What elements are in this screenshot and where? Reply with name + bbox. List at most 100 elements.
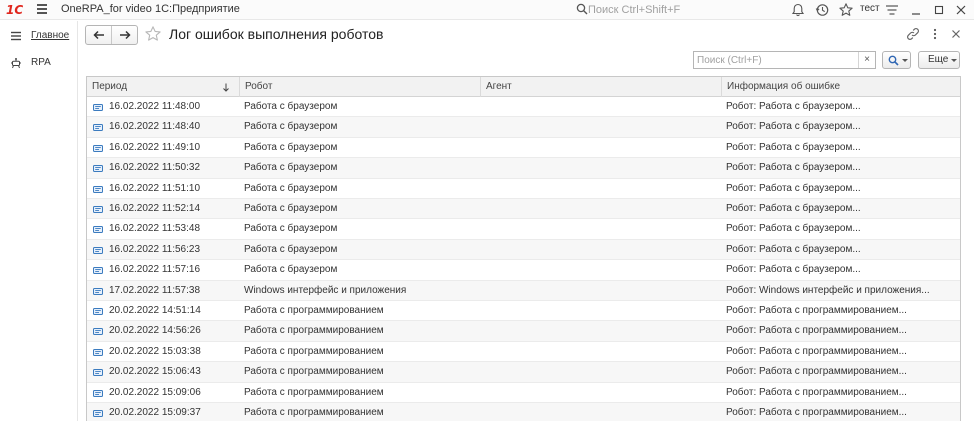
search-clear-button[interactable]: × — [858, 52, 875, 68]
cell-agent — [485, 260, 719, 280]
magnifier-icon — [888, 55, 899, 66]
cell-error-info: Робот: Работа с программированием... — [726, 305, 907, 316]
main-menu-icon[interactable] — [37, 4, 47, 14]
forward-button[interactable] — [112, 26, 138, 44]
error-record-icon — [93, 308, 103, 315]
cell-robot: Работа с браузером — [244, 141, 338, 153]
table-row[interactable]: 17.02.2022 11:57:38 Windows интерфейс и п… — [87, 280, 960, 301]
table-row[interactable]: 16.02.2022 11:53:48 Работа с браузером Роб… — [87, 219, 960, 240]
cell-period: 16.02.2022 11:50:32 — [109, 162, 201, 174]
global-search-input[interactable] — [588, 2, 748, 17]
error-record-icon — [93, 410, 103, 417]
maximize-icon[interactable] — [931, 2, 947, 18]
table-row[interactable]: 20.02.2022 15:09:06 Работа с программиров… — [87, 383, 960, 403]
error-record-icon — [93, 389, 103, 397]
table-row[interactable]: 16.02.2022 11:52:14 Работа с браузером Роб… — [87, 199, 960, 220]
form-search-input[interactable] — [694, 52, 858, 68]
table-row[interactable]: 16.02.2022 11:49:10 Работа с браузером Роб… — [87, 138, 960, 159]
cell-agent — [485, 362, 719, 382]
more-button[interactable]: Еще — [918, 51, 960, 69]
table-row[interactable]: 16.02.2022 11:56:23 Работа с браузером Роб… — [87, 239, 960, 261]
table-row[interactable]: 20.02.2022 15:06:43 Работа с программиров… — [87, 362, 960, 383]
cell-robot: Работа с программированием — [244, 325, 384, 337]
arrow-left-icon — [93, 30, 104, 40]
cell-agent — [485, 138, 719, 158]
close-window-icon[interactable] — [953, 2, 969, 18]
settings-lines-icon[interactable] — [884, 2, 900, 18]
add-to-favorites-star-icon[interactable] — [144, 25, 162, 43]
search-icon[interactable] — [576, 3, 588, 15]
cell-robot: Работа с браузером — [244, 243, 338, 255]
error-log-table[interactable]: Период Робот Агент Информация об ошибке … — [86, 76, 961, 421]
cell-agent — [485, 158, 719, 178]
error-record-icon — [93, 369, 103, 377]
table-row[interactable]: 20.02.2022 14:51:14 Работа с программиров… — [87, 301, 960, 322]
page-title: Лог ошибок выполнения роботов — [169, 26, 384, 42]
cell-robot: Windows интерфейс и приложения — [244, 284, 407, 296]
cell-error-info: Робот: Работа с программированием... — [726, 407, 907, 418]
cell-period: 16.02.2022 11:51:10 — [109, 182, 201, 194]
current-user[interactable]: тест — [860, 3, 880, 14]
chevron-down-icon — [902, 59, 908, 62]
table-row[interactable]: 16.02.2022 11:50:32 Работа с браузером Роб… — [87, 158, 960, 179]
column-header-agent[interactable]: Агент — [480, 77, 721, 97]
sidebar-item-label: RPA — [31, 57, 51, 68]
table-row[interactable]: 16.02.2022 11:51:10 Работа с браузером Роб… — [87, 179, 960, 199]
error-record-icon — [93, 206, 103, 213]
column-header-robot[interactable]: Робот — [239, 77, 480, 97]
cell-error-info: Робот: Работа с браузером... — [726, 121, 861, 133]
cell-period: 16.02.2022 11:56:23 — [109, 243, 201, 255]
cell-period: 20.02.2022 14:51:14 — [109, 305, 201, 316]
cell-error-info: Робот: Работа с программированием... — [726, 366, 907, 378]
cell-agent — [485, 219, 719, 239]
cell-period: 20.02.2022 15:06:43 — [109, 366, 201, 378]
cell-period: 20.02.2022 15:09:37 — [109, 407, 201, 418]
cell-robot: Работа с браузером — [244, 182, 338, 194]
sections-panel: Главное RPA — [0, 21, 78, 421]
back-button[interactable] — [86, 26, 112, 44]
cell-agent — [485, 301, 719, 321]
cell-error-info: Робот: Работа с браузером... — [726, 243, 861, 255]
minimize-icon[interactable] — [908, 2, 924, 18]
cell-agent — [485, 383, 719, 403]
table-row[interactable]: 20.02.2022 14:56:26 Работа с программиров… — [87, 321, 960, 342]
cell-period: 20.02.2022 14:56:26 — [109, 325, 201, 337]
chevron-down-icon — [951, 59, 957, 62]
link-icon[interactable] — [906, 27, 920, 41]
cell-error-info: Робот: Работа с браузером... — [726, 223, 861, 235]
search-options-button[interactable] — [882, 51, 911, 69]
table-row[interactable]: 16.02.2022 11:48:40 Работа с браузером Роб… — [87, 117, 960, 138]
table-row[interactable]: 20.02.2022 15:03:38 Работа с программиров… — [87, 342, 960, 363]
more-button-label: Еще — [928, 54, 949, 65]
cell-period: 16.02.2022 11:49:10 — [109, 141, 201, 153]
close-form-icon[interactable] — [949, 27, 963, 41]
sidebar-item-main[interactable]: Главное — [0, 26, 78, 48]
cell-robot: Работа с браузером — [244, 121, 338, 133]
error-record-icon — [93, 328, 103, 336]
error-record-icon — [93, 104, 103, 111]
error-record-icon — [93, 348, 103, 356]
cell-robot: Работа с программированием — [244, 386, 384, 398]
cell-robot: Работа с браузером — [244, 203, 338, 214]
cell-error-info: Робот: Работа с браузером... — [726, 203, 861, 214]
cell-error-info: Робот: Работа с браузером... — [726, 141, 861, 153]
table-row[interactable]: 20.02.2022 15:09:37 Работа с программиров… — [87, 403, 960, 421]
column-header-error-info[interactable]: Информация об ошибке — [721, 77, 960, 97]
cell-period: 20.02.2022 15:09:06 — [109, 386, 201, 398]
cell-error-info: Робот: Работа с программированием... — [726, 325, 907, 337]
bell-icon[interactable] — [790, 2, 806, 18]
error-record-icon — [93, 246, 103, 254]
arrow-right-icon — [120, 30, 131, 40]
cell-agent — [485, 342, 719, 362]
cell-robot: Работа с программированием — [244, 345, 384, 357]
column-header-period[interactable]: Период — [87, 77, 239, 97]
table-row[interactable]: 16.02.2022 11:57:16 Работа с браузером Роб… — [87, 260, 960, 281]
table-row[interactable]: 16.02.2022 11:48:00 Работа с браузером Роб… — [87, 97, 960, 118]
more-actions-vertical-icon[interactable] — [928, 27, 942, 41]
favorites-star-icon[interactable] — [838, 2, 854, 18]
hamburger-icon — [11, 31, 21, 41]
sidebar-item-rpa[interactable]: RPA — [0, 53, 78, 75]
cell-robot: Работа с программированием — [244, 305, 384, 316]
history-icon[interactable] — [814, 2, 830, 18]
cell-error-info: Робот: Работа с браузером... — [726, 264, 861, 276]
